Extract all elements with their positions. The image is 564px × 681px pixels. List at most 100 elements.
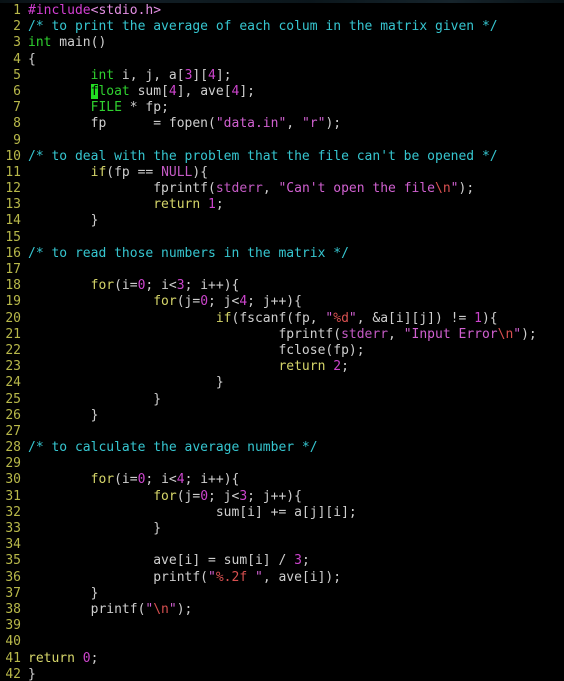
line-content[interactable] bbox=[26, 618, 564, 634]
line-content[interactable]: /* to deal with the problem that the fil… bbox=[26, 149, 564, 165]
code-line[interactable]: 39 bbox=[0, 618, 564, 634]
code-line[interactable]: 11 if(fp == NULL){ bbox=[0, 165, 564, 181]
line-content[interactable] bbox=[26, 133, 564, 149]
line-content[interactable]: } bbox=[26, 392, 564, 408]
code-text-area[interactable]: 1 #include<stdio.h> 2 /* to print the avera… bbox=[0, 3, 564, 681]
line-content[interactable]: fprintf(stderr, "Input Error\n"); bbox=[26, 327, 564, 343]
line-content[interactable]: fp = fopen("data.in", "r"); bbox=[26, 116, 564, 132]
line-content[interactable]: int main() bbox=[26, 35, 564, 51]
line-number: 15 bbox=[5, 229, 21, 245]
line-content[interactable]: int i, j, a[3][4]; bbox=[26, 68, 564, 84]
line-number: 27 bbox=[5, 423, 21, 439]
line-content[interactable]: } bbox=[26, 667, 564, 681]
line-content[interactable]: } bbox=[26, 375, 564, 391]
code-line[interactable]: 31 for(j=0; j<3; j++){ bbox=[0, 489, 564, 505]
line-content[interactable]: } bbox=[26, 408, 564, 424]
line-content[interactable]: } bbox=[26, 586, 564, 602]
line-content[interactable]: for(j=0; j<3; j++){ bbox=[26, 489, 564, 505]
code-line[interactable]: 4{ bbox=[0, 52, 564, 68]
line-content[interactable]: } bbox=[26, 521, 564, 537]
line-content[interactable]: printf("%.2f ", ave[i]); bbox=[26, 570, 564, 586]
line-content[interactable]: /* to calculate the average number */ bbox=[26, 440, 564, 456]
line-content[interactable]: for(j=0; j<4; j++){ bbox=[26, 294, 564, 310]
code-line[interactable]: 22 fclose(fp); bbox=[0, 343, 564, 359]
line-content[interactable]: } bbox=[26, 213, 564, 229]
code-line[interactable]: 35 ave[i] = sum[i] / 3; bbox=[0, 553, 564, 569]
code-line[interactable]: 40 bbox=[0, 634, 564, 650]
code-line[interactable]: 24 } bbox=[0, 375, 564, 391]
line-content[interactable]: fprintf(stderr, "Can't open the file\n")… bbox=[26, 181, 564, 197]
line-content[interactable]: for(i=0; i<4; i++){ bbox=[26, 472, 564, 488]
code-token: ){ bbox=[481, 310, 498, 326]
line-content[interactable]: if(fscanf(fp, "%d", &a[i][j]) != 1){ bbox=[26, 311, 564, 327]
code-token: printf( bbox=[28, 569, 209, 585]
code-line[interactable]: 19 for(j=0; j<4; j++){ bbox=[0, 294, 564, 310]
code-line[interactable]: 25 } bbox=[0, 392, 564, 408]
code-line[interactable]: 37 } bbox=[0, 586, 564, 602]
line-content[interactable] bbox=[26, 634, 564, 650]
line-content[interactable] bbox=[26, 537, 564, 553]
code-line[interactable]: 41 return 0; bbox=[0, 651, 564, 667]
line-content[interactable]: FILE * fp; bbox=[26, 100, 564, 116]
code-line[interactable]: 6 float sum[4], ave[4]; bbox=[0, 83, 564, 100]
line-content[interactable]: if(fp == NULL){ bbox=[26, 165, 564, 181]
code-token: if bbox=[215, 310, 232, 326]
code-line[interactable]: 14 } bbox=[0, 213, 564, 229]
line-content[interactable] bbox=[26, 456, 564, 472]
code-line[interactable]: 13 return 1; bbox=[0, 197, 564, 213]
line-content[interactable]: printf("\n"); bbox=[26, 602, 564, 618]
line-content[interactable]: float sum[4], ave[4]; bbox=[26, 83, 564, 100]
code-line[interactable]: 29 bbox=[0, 456, 564, 472]
code-editor-window[interactable]: 1 #include<stdio.h> 2 /* to print the avera… bbox=[0, 0, 564, 681]
code-line[interactable]: 16 /* to read those numbers in the matrix… bbox=[0, 246, 564, 262]
code-line[interactable]: 36 printf("%.2f ", ave[i]); bbox=[0, 570, 564, 586]
line-number: 22 bbox=[5, 342, 21, 358]
code-line[interactable]: 23 return 2; bbox=[0, 359, 564, 375]
code-line[interactable]: 20 if(fscanf(fp, "%d", &a[i][j]) != 1){ bbox=[0, 311, 564, 327]
line-number: 7 bbox=[13, 100, 21, 116]
code-token: "data.in" bbox=[215, 116, 287, 132]
code-line[interactable]: 34 bbox=[0, 537, 564, 553]
line-number: 4 bbox=[13, 51, 21, 67]
code-line[interactable]: 21 fprintf(stderr, "Input Error\n"); bbox=[0, 327, 564, 343]
code-line[interactable]: 42} bbox=[0, 667, 564, 681]
code-line[interactable]: 15 bbox=[0, 230, 564, 246]
code-token: fclose(fp); bbox=[28, 342, 365, 358]
code-line[interactable]: 1 #include<stdio.h> bbox=[0, 3, 564, 19]
line-content[interactable]: return 2; bbox=[26, 359, 564, 375]
code-line[interactable]: 30 for(i=0; i<4; i++){ bbox=[0, 472, 564, 488]
line-content[interactable]: return 1; bbox=[26, 197, 564, 213]
code-token: } bbox=[28, 213, 99, 229]
line-content[interactable]: /* to read those numbers in the matrix *… bbox=[26, 246, 564, 262]
code-line[interactable]: 12 fprintf(stderr, "Can't open the file\… bbox=[0, 181, 564, 197]
code-line[interactable]: 7 FILE * fp; bbox=[0, 100, 564, 116]
line-content[interactable]: return 0; bbox=[26, 651, 564, 667]
code-line[interactable]: 33 } bbox=[0, 521, 564, 537]
line-content[interactable]: ave[i] = sum[i] / 3; bbox=[26, 553, 564, 569]
code-line[interactable]: 38 printf("\n"); bbox=[0, 602, 564, 618]
line-content[interactable]: /* to print the average of each colum in… bbox=[26, 19, 564, 35]
code-token: i, j, a[ bbox=[114, 67, 185, 83]
line-content[interactable] bbox=[26, 262, 564, 278]
line-content[interactable] bbox=[26, 230, 564, 246]
code-line[interactable]: 27 bbox=[0, 424, 564, 440]
code-line[interactable]: 28 /* to calculate the average number */ bbox=[0, 440, 564, 456]
line-content[interactable]: fclose(fp); bbox=[26, 343, 564, 359]
line-content[interactable]: #include<stdio.h> bbox=[26, 3, 564, 19]
code-line[interactable]: 17 bbox=[0, 262, 564, 278]
code-line[interactable]: 8 fp = fopen("data.in", "r"); bbox=[0, 116, 564, 132]
code-line[interactable]: 2 /* to print the average of each colum i… bbox=[0, 19, 564, 35]
line-content[interactable]: for(i=0; i<3; i++){ bbox=[26, 278, 564, 294]
code-token: ]; bbox=[215, 67, 232, 83]
code-line[interactable]: 9 bbox=[0, 133, 564, 149]
code-token: , bbox=[388, 326, 404, 342]
line-content[interactable]: sum[i] += a[j][i]; bbox=[26, 505, 564, 521]
line-content[interactable]: { bbox=[26, 52, 564, 68]
code-line[interactable]: 32 sum[i] += a[j][i]; bbox=[0, 505, 564, 521]
code-line[interactable]: 5 int i, j, a[3][4]; bbox=[0, 68, 564, 84]
code-line[interactable]: 3 int main() bbox=[0, 35, 564, 51]
code-line[interactable]: 10 /* to deal with the problem that the f… bbox=[0, 149, 564, 165]
code-line[interactable]: 18 for(i=0; i<3; i++){ bbox=[0, 278, 564, 294]
code-line[interactable]: 26 } bbox=[0, 408, 564, 424]
line-content[interactable] bbox=[26, 424, 564, 440]
